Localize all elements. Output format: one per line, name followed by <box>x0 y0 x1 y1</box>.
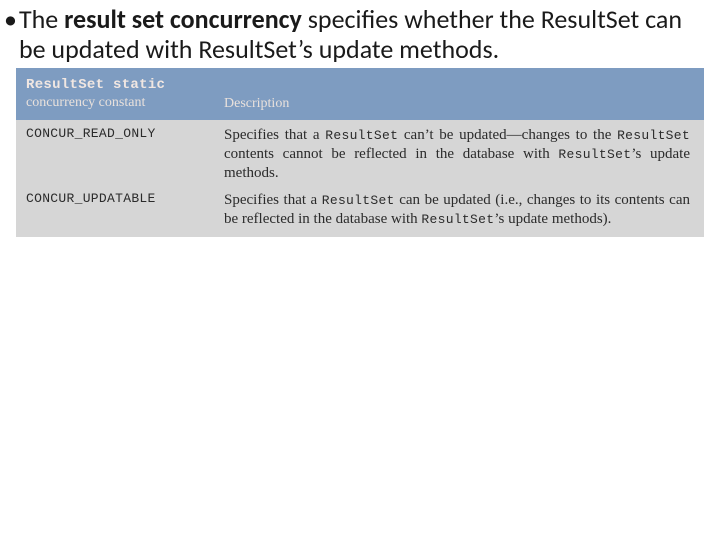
bullet-item: • The result set concurrency specifies w… <box>0 0 720 64</box>
desc-code: ResultSet <box>322 193 395 208</box>
table-header: ResultSet static concurrency constant De… <box>16 68 704 120</box>
header-col1-line1: ResultSet static <box>26 77 165 93</box>
header-col2-text: Description <box>224 96 289 111</box>
desc-text: can’t be updated—changes to the <box>398 127 617 143</box>
bullet-marker: • <box>4 4 17 34</box>
desc-code: ResultSet <box>421 212 494 227</box>
desc-code: ResultSet <box>558 147 631 162</box>
bullet-text: The result set concurrency specifies whe… <box>19 4 712 64</box>
slide: • The result set concurrency specifies w… <box>0 0 720 540</box>
desc-text: ’s update methods). <box>494 211 611 227</box>
bullet-pre: The <box>19 3 64 35</box>
desc-code: ResultSet <box>617 128 690 143</box>
cell-description: Specifies that a ResultSet can’t be upda… <box>216 126 704 183</box>
desc-text: Specifies that a <box>224 192 322 208</box>
header-col1-line2: concurrency constant <box>26 95 145 110</box>
cell-constant: CONCUR_UPDATABLE <box>16 191 216 206</box>
table-row: CONCUR_UPDATABLE Specifies that a Result… <box>16 185 704 237</box>
cell-description: Specifies that a ResultSet can be update… <box>216 191 704 229</box>
desc-text: contents cannot be reflected in the data… <box>224 146 558 162</box>
header-col-description: Description <box>216 96 704 112</box>
header-col-constant: ResultSet static concurrency constant <box>16 76 216 112</box>
desc-code: ResultSet <box>325 128 398 143</box>
concurrency-table: ResultSet static concurrency constant De… <box>16 68 704 237</box>
desc-text: Specifies that a <box>224 127 325 143</box>
cell-constant: CONCUR_READ_ONLY <box>16 126 216 141</box>
bullet-bold: result set concurrency <box>64 3 302 35</box>
table-row: CONCUR_READ_ONLY Specifies that a Result… <box>16 120 704 185</box>
